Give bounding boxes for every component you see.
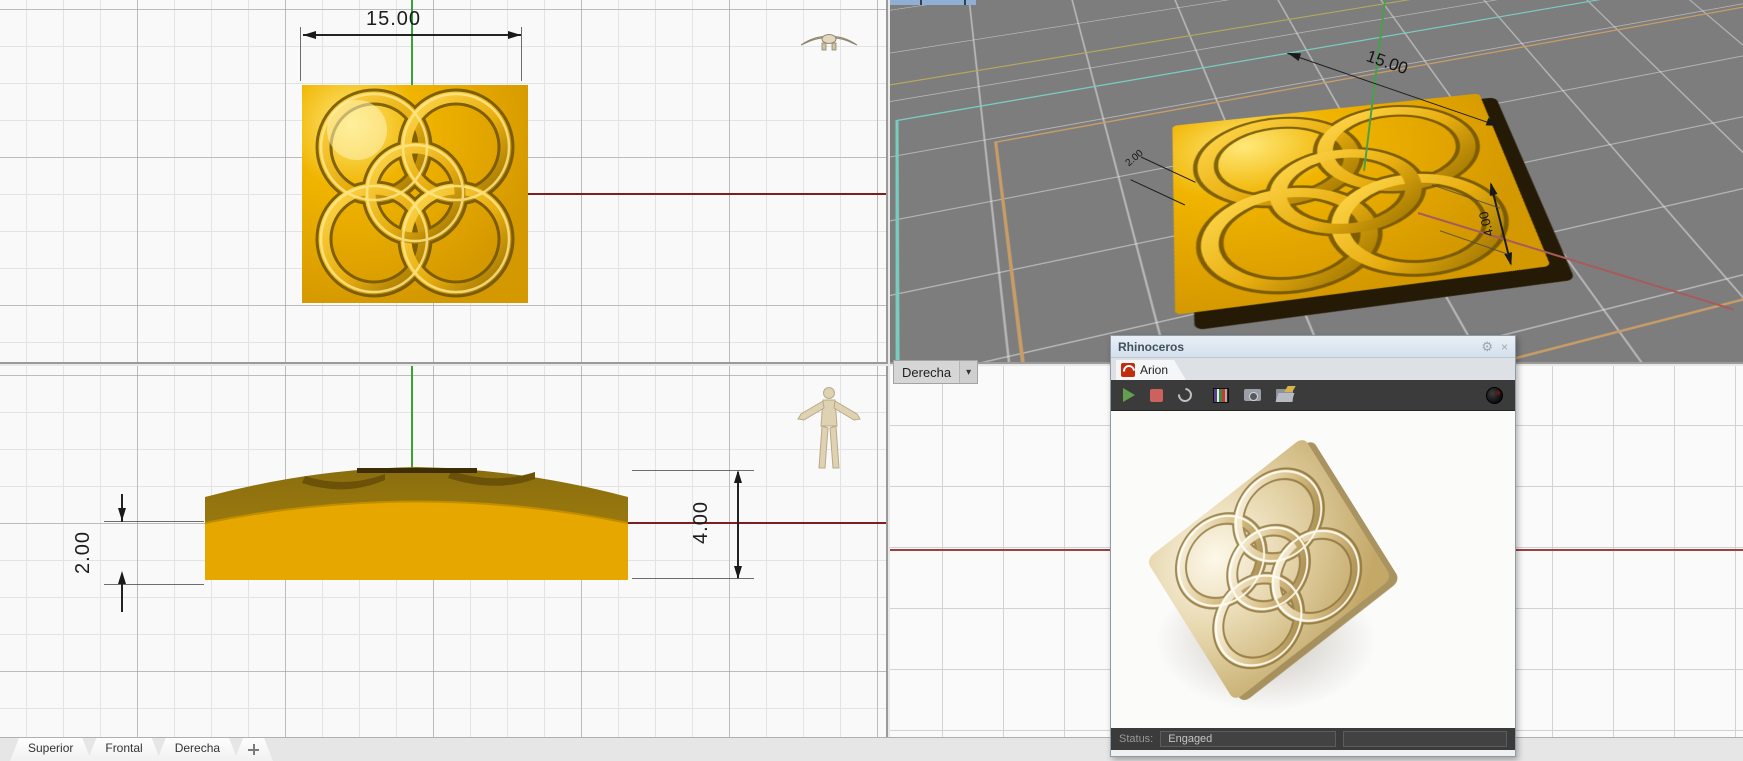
play-button[interactable] — [1123, 388, 1135, 402]
viewport-perspectiva[interactable]: 15.00 4.00 2.00 — [890, 0, 1743, 364]
chevron-down-icon: ▾ — [966, 367, 971, 378]
panel-bottom-strip — [1111, 750, 1515, 756]
histogram-icon — [1213, 388, 1229, 403]
plus-icon — [248, 744, 259, 755]
x-axis-line — [528, 193, 888, 195]
dim-extension-line — [521, 27, 522, 81]
tab-frontal[interactable]: Frontal — [87, 738, 160, 761]
dimension-thickness-label: 2.00 — [72, 531, 95, 574]
dim-extension-line — [300, 27, 301, 81]
status-value-field: Engaged — [1160, 731, 1336, 747]
perspectiva-title-clipped[interactable] — [890, 0, 976, 5]
z-axis-line — [411, 366, 413, 470]
tab-superior[interactable]: Superior — [10, 738, 91, 761]
derecha-dropdown-button[interactable]: ▾ — [959, 361, 977, 383]
status-label: Status: — [1119, 733, 1153, 745]
camera-icon — [1244, 389, 1261, 401]
dim-line — [303, 34, 521, 36]
flower-tile-front-view — [205, 467, 628, 580]
add-viewport-tab-button[interactable] — [234, 738, 273, 761]
mannequin-front-view — [793, 386, 865, 472]
dim-arrow-right — [508, 31, 521, 39]
arion-tab-label: Arion — [1140, 363, 1168, 377]
gear-icon[interactable]: ⚙ — [1481, 339, 1493, 355]
histogram-button[interactable] — [1213, 388, 1229, 403]
rhinoceros-workspace: 15.00 2.00 4. — [0, 0, 1743, 761]
flower-tile-top-view — [302, 85, 528, 303]
reset-icon — [1175, 385, 1195, 405]
dimension-height-label: 4.00 — [690, 501, 713, 544]
dim-extension-line — [104, 521, 204, 522]
arion-logo-icon — [1121, 363, 1135, 377]
x-axis-line — [628, 522, 888, 524]
derecha-viewport-title[interactable]: Derecha ▾ — [893, 360, 978, 384]
open-button[interactable] — [1276, 389, 1293, 402]
dimension-width-label: 15.00 — [366, 8, 421, 31]
arion-render-view — [1111, 410, 1515, 728]
stop-icon — [1150, 389, 1163, 402]
viewport-superior[interactable]: 15.00 — [0, 0, 888, 364]
open-folder-icon — [1276, 389, 1293, 402]
tab-derecha[interactable]: Derecha — [157, 738, 238, 761]
dim-arrow-down — [118, 508, 126, 521]
close-icon[interactable]: × — [1501, 340, 1508, 354]
arion-toolbar — [1111, 380, 1515, 410]
rhinoceros-floating-panel: Rhinoceros ⚙ × Arion — [1110, 335, 1516, 757]
snapshot-button[interactable] — [1244, 389, 1261, 401]
status-extra-field — [1343, 731, 1507, 747]
dim-arrow-up — [118, 571, 126, 584]
stop-button[interactable] — [1150, 389, 1163, 402]
panel-title-bar[interactable]: Rhinoceros ⚙ × — [1111, 336, 1515, 358]
dim-line — [121, 584, 123, 612]
dim-arrow-up — [734, 470, 742, 483]
panel-tab-strip: Arion — [1111, 358, 1515, 380]
tab-arion[interactable]: Arion — [1116, 360, 1186, 380]
dim-arrow-down — [734, 566, 742, 579]
dim-extension-line — [104, 584, 204, 585]
derecha-title-label: Derecha — [894, 365, 959, 380]
arion-status-bar: Status: Engaged — [1111, 728, 1515, 750]
render-knob-icon[interactable] — [1486, 387, 1503, 404]
reset-button[interactable] — [1178, 388, 1192, 402]
dim-arrow-left — [303, 31, 316, 39]
viewport-frontal[interactable]: 2.00 4.00 — [0, 366, 888, 737]
panel-title: Rhinoceros — [1118, 340, 1481, 354]
mannequin-top-view — [798, 28, 860, 54]
dim-line — [737, 472, 739, 578]
play-icon — [1123, 388, 1135, 402]
